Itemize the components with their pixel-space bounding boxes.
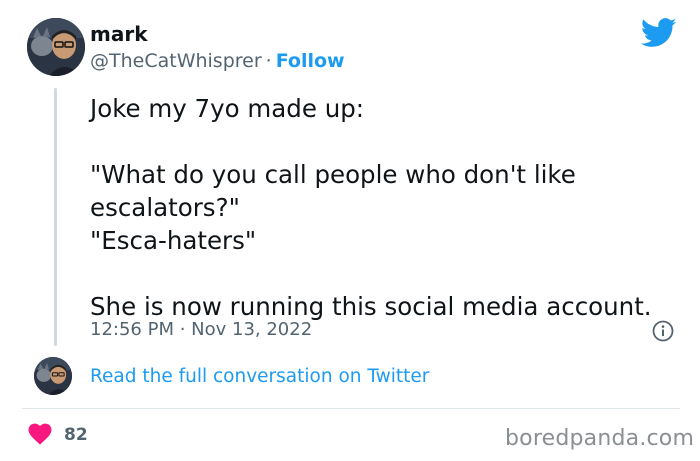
info-icon[interactable]: [652, 320, 674, 342]
tweet-text: Joke my 7yo made up: "What do you call p…: [90, 92, 690, 323]
read-conversation-link[interactable]: Read the full conversation on Twitter: [90, 366, 429, 387]
tweet-line: "Esca-haters": [90, 226, 257, 255]
likes-count: 82: [64, 425, 88, 445]
tweet-line: Joke my 7yo made up:: [90, 94, 365, 123]
avatar[interactable]: [27, 18, 85, 76]
heart-icon[interactable]: [28, 423, 52, 445]
tweet-timestamp[interactable]: 12:56 PM · Nov 13, 2022: [90, 319, 312, 340]
divider: [22, 408, 680, 409]
thread-line: [54, 88, 57, 346]
follow-button[interactable]: Follow: [276, 50, 345, 72]
avatar-small[interactable]: [34, 357, 72, 395]
tweet-line-gap: [90, 257, 690, 290]
tweet-line-gap: [90, 125, 690, 158]
author-name[interactable]: mark: [90, 22, 148, 46]
avatar-image: [27, 18, 85, 76]
separator-dot: ·: [265, 50, 272, 72]
author-handle[interactable]: @TheCatWhisprer: [90, 50, 262, 72]
tweet-line: "What do you call people who don't like: [90, 160, 576, 189]
twitter-bird-icon[interactable]: [640, 18, 677, 48]
avatar-small-image: [34, 357, 72, 395]
author-handle-row: @TheCatWhisprer · Follow: [90, 50, 345, 72]
tweet-line: escalators?": [90, 193, 240, 222]
watermark: boredpanda.com: [505, 426, 695, 451]
